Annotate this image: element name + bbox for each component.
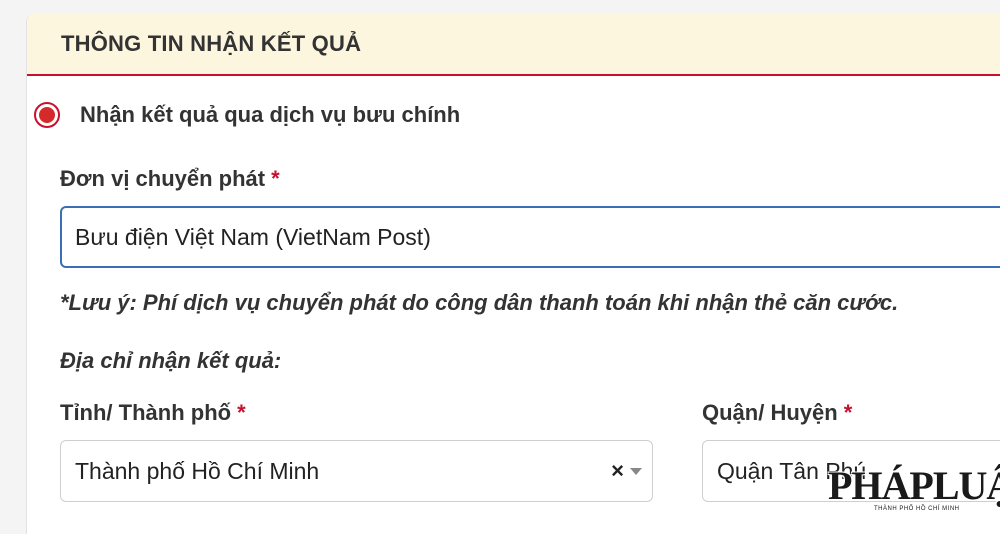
delivery-fee-note: *Lưu ý: Phí dịch vụ chuyển phát do công … [60, 290, 899, 315]
province-label-text: Tỉnh/ Thành phố [60, 400, 232, 425]
district-label-text: Quận/ Huyện [702, 400, 838, 425]
select-controls: × [611, 441, 642, 501]
newspaper-watermark-logo: PHÁPLUẬT THÀNH PHỐ HỒ CHÍ MINH [828, 462, 1000, 514]
watermark-text: PHÁPLUẬT [828, 463, 1000, 508]
radio-button[interactable] [34, 102, 60, 128]
district-label: Quận/ Huyện * [702, 400, 852, 426]
chevron-down-icon[interactable] [630, 467, 642, 475]
radio-selected-dot [39, 107, 55, 123]
section-title: THÔNG TIN NHẬN KẾT QUẢ [61, 31, 362, 56]
postal-delivery-radio-option[interactable]: Nhận kết quả qua dịch vụ bưu chính [34, 102, 460, 128]
required-mark: * [237, 400, 246, 425]
watermark-subtext: THÀNH PHỐ HỒ CHÍ MINH [874, 506, 960, 512]
carrier-label: Đơn vị chuyển phát * [60, 166, 280, 192]
carrier-input-value: Bưu điện Việt Nam (VietNam Post) [75, 223, 431, 250]
required-mark: * [271, 166, 280, 191]
province-select[interactable]: Thành phố Hồ Chí Minh × [60, 440, 653, 502]
carrier-label-text: Đơn vị chuyển phát [60, 166, 266, 191]
required-mark: * [843, 400, 853, 425]
panel-header: THÔNG TIN NHẬN KẾT QUẢ [27, 14, 1000, 76]
address-label: Địa chỉ nhận kết quả: [60, 348, 282, 373]
carrier-input[interactable]: Bưu điện Việt Nam (VietNam Post) [60, 206, 1000, 268]
province-label: Tỉnh/ Thành phố * [60, 400, 246, 426]
clear-icon[interactable]: × [611, 460, 624, 482]
province-select-value: Thành phố Hồ Chí Minh [75, 457, 320, 484]
radio-label: Nhận kết quả qua dịch vụ bưu chính [80, 102, 461, 127]
